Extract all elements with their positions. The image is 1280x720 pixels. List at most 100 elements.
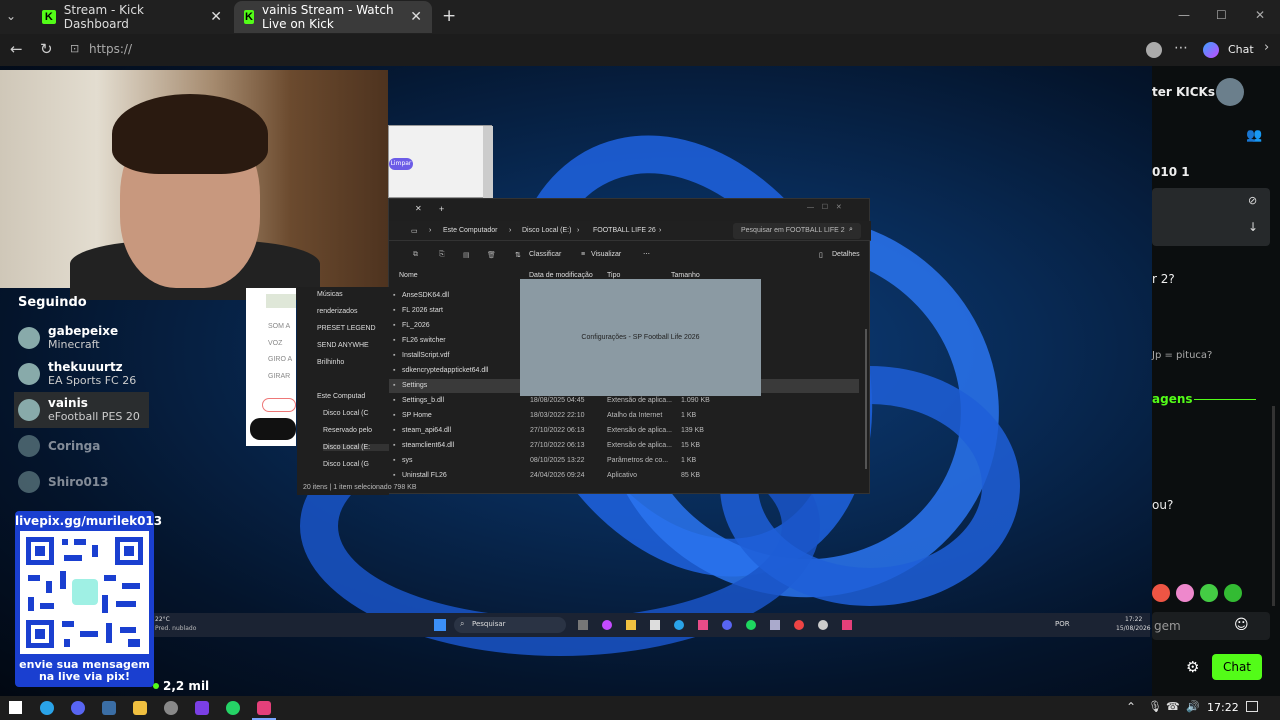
nav-item[interactable]: Disco Local (E: [323, 444, 389, 451]
app-icon[interactable] [164, 701, 178, 715]
emoji-icon[interactable]: ☺ [1234, 617, 1249, 633]
spotify-icon[interactable] [746, 620, 756, 630]
copilot-chat-button[interactable]: Chat [1228, 43, 1254, 56]
emote-icon[interactable] [1176, 584, 1194, 602]
nav-item[interactable]: renderizados [317, 308, 357, 315]
site-info-icon[interactable]: ⊡ [70, 42, 79, 55]
settings-icon[interactable] [818, 620, 828, 630]
send-chat-button[interactable]: Chat [1212, 654, 1262, 680]
panel-item[interactable]: SOM A [268, 323, 290, 330]
pinned-message[interactable]: ⊘ ↓ [1152, 188, 1270, 246]
nav-item[interactable]: Este Computad [317, 393, 365, 400]
emote-icon[interactable] [1200, 584, 1218, 602]
nav-item[interactable]: Disco Local (C [323, 410, 369, 417]
volume-icon[interactable]: 🔊 [1186, 700, 1200, 713]
breadcrumb-item[interactable]: Este Computador [443, 227, 497, 234]
taskbar-search[interactable]: ⌕ Pesquisar [454, 617, 566, 633]
nav-item[interactable]: Brilhinho [317, 359, 344, 366]
sort-button[interactable]: Classificar [529, 251, 561, 258]
followed-channel[interactable]: Coringa [18, 428, 153, 464]
followed-channel[interactable]: gabepeixe Minecraft [18, 320, 153, 356]
obs-icon[interactable] [794, 620, 804, 630]
file-row[interactable]: ▪ steamclient64.dll 27/10/2022 06:13 Extens… [389, 439, 859, 453]
arrow-down-icon[interactable]: ↓ [1248, 220, 1258, 234]
new-tab-icon[interactable]: + [439, 204, 444, 214]
network-icon[interactable]: ☎ [1166, 700, 1180, 713]
file-row[interactable]: ▪ sys 08/10/2025 13:22 Parâmetros de co... 1… [389, 454, 859, 468]
clock-date[interactable]: 15/08/2026 [1116, 625, 1151, 632]
followed-channel[interactable]: vainis eFootball PES 20 [14, 392, 149, 428]
start-icon[interactable] [9, 701, 22, 714]
app-icon[interactable] [842, 620, 852, 630]
more-menu-icon[interactable]: ⋯ [1174, 40, 1188, 56]
back-icon[interactable]: ← [10, 40, 23, 58]
details-button[interactable]: Detalhes [832, 251, 860, 258]
emote-icon[interactable] [1152, 584, 1170, 602]
clear-button[interactable]: Limpar [389, 158, 413, 170]
panel-item[interactable]: GIRAR [268, 373, 290, 380]
panel-toggle[interactable] [262, 398, 296, 412]
column-name[interactable]: Nome [399, 272, 418, 279]
view-button[interactable]: Visualizar [591, 251, 621, 258]
avatar[interactable] [1216, 78, 1244, 106]
close-tab-icon[interactable]: ✕ [410, 9, 422, 25]
close-tab-icon[interactable]: ✕ [415, 204, 422, 213]
people-icon[interactable]: 👥 [1246, 128, 1262, 143]
minimize-button[interactable]: — [1178, 8, 1190, 22]
tab-kick-dashboard[interactable]: K Stream - Kick Dashboard ✕ [32, 1, 232, 33]
discord-icon[interactable] [722, 620, 732, 630]
column-size[interactable]: Tamanho [671, 272, 700, 279]
whatsapp-icon[interactable] [226, 701, 240, 715]
file-row[interactable]: ▪ Uninstall FL26 24/04/2026 09:24 Aplicativ… [389, 469, 859, 483]
file-row[interactable]: ▪ SP Home 18/03/2022 22:10 Atalho da Intern… [389, 409, 859, 423]
tab-list-icon[interactable]: ⌄ [6, 9, 16, 23]
window-controls[interactable]: — ☐ ✕ [807, 203, 842, 211]
close-tab-icon[interactable]: ✕ [210, 9, 222, 25]
edge-icon[interactable] [674, 620, 684, 630]
close-window-button[interactable]: ✕ [1255, 8, 1265, 22]
app-icon[interactable] [257, 701, 271, 715]
tab-vainis-stream[interactable]: K vainis Stream - Watch Live on Kick ✕ [234, 1, 432, 33]
scrollbar[interactable] [865, 329, 867, 469]
breadcrumb-item[interactable]: FOOTBALL LIFE 26 [593, 227, 656, 234]
folder-icon[interactable] [626, 620, 636, 630]
chevron-icon[interactable]: › [1264, 40, 1269, 55]
discord-icon[interactable] [71, 701, 85, 715]
panel-item[interactable]: VOZ [268, 340, 282, 347]
notification-icon[interactable] [1246, 701, 1258, 712]
steam-icon[interactable] [770, 620, 780, 630]
microphone-icon[interactable]: 🎙 [1148, 700, 1162, 713]
panel-button[interactable] [250, 418, 296, 440]
panel-item[interactable]: GIRO A [268, 356, 292, 363]
store-icon[interactable] [650, 620, 660, 630]
delete-icon[interactable]: 🗑 [487, 251, 496, 259]
nav-item[interactable]: PRESET LEGEND [317, 325, 376, 332]
clock-time[interactable]: 17:22 [1125, 616, 1142, 623]
task-view-icon[interactable] [578, 620, 588, 630]
nav-item[interactable]: Reservado pelo [323, 427, 372, 434]
chat-settings-icon[interactable]: ⚙ [1186, 658, 1199, 676]
file-row[interactable]: ▪ steam_api64.dll 27/10/2022 06:13 Extensão… [389, 424, 859, 438]
profile-icon[interactable] [1146, 42, 1162, 58]
new-tab-button[interactable]: + [442, 6, 456, 26]
column-type[interactable]: Tipo [607, 272, 620, 279]
chevron-up-icon[interactable]: ⌃ [1126, 700, 1136, 714]
maximize-button[interactable]: ☐ [1216, 8, 1227, 22]
nav-item[interactable]: SEND ANYWHE [317, 342, 369, 349]
edge-icon[interactable] [40, 701, 54, 715]
nav-item[interactable]: Disco Local (G [323, 461, 369, 468]
emote-icon[interactable] [1224, 584, 1242, 602]
system-clock[interactable]: 17:22 [1207, 701, 1239, 714]
nav-item[interactable]: Músicas [317, 291, 343, 298]
app-icon[interactable] [195, 701, 209, 715]
settings-dialog[interactable]: Configurações - SP Football Life 2026 [520, 279, 761, 396]
more-icon[interactable]: ⋯ [643, 250, 650, 258]
followed-channel[interactable]: Shiro013 [18, 464, 153, 500]
breadcrumb-item[interactable]: Disco Local (E:) [522, 227, 571, 234]
column-date[interactable]: Data de modificação [529, 272, 593, 279]
start-icon[interactable] [434, 619, 446, 631]
url-field[interactable]: https:// [89, 42, 132, 56]
reload-icon[interactable]: ↻ [40, 40, 53, 58]
followed-channel[interactable]: thekuuurtz EA Sports FC 26 [18, 356, 153, 392]
search-field[interactable]: Pesquisar em FOOTBALL LIFE 2 ⌕ [733, 223, 861, 239]
